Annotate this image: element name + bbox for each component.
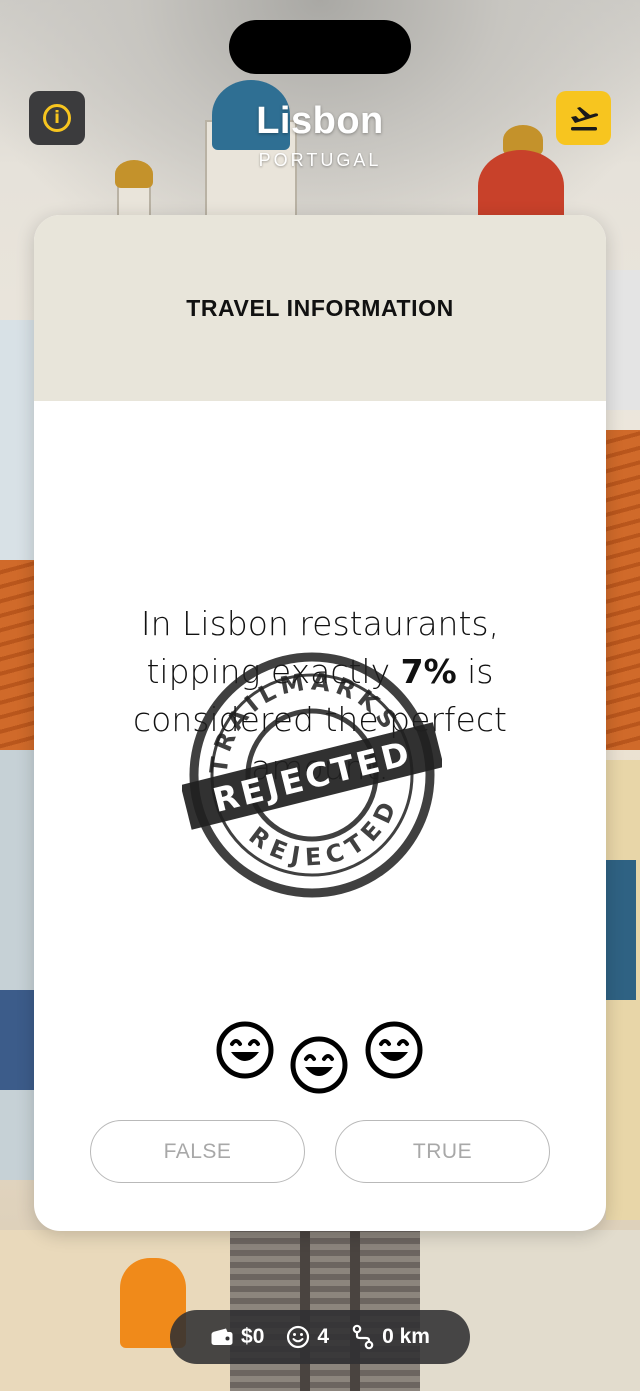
true-button[interactable]: TRUE (335, 1120, 550, 1183)
money-stat: $0 (210, 1325, 264, 1349)
travel-info-card: TRAVEL INFORMATION In Lisbon restaurants… (34, 215, 606, 1231)
route-icon (352, 1324, 374, 1350)
depart-button[interactable] (556, 91, 611, 145)
reaction-faces (34, 1020, 606, 1100)
smiley-icon (287, 1325, 310, 1349)
city-title: Lisbon (256, 100, 384, 142)
rejected-stamp: TRAILMARKS REJECTED REJECTED (182, 646, 442, 898)
grinning-face-icon (365, 1021, 423, 1079)
distance-value: 0 km (382, 1325, 430, 1348)
stats-bar: $0 4 0 km (170, 1310, 470, 1364)
country-subtitle: PORTUGAL (258, 150, 382, 170)
card-title: TRAVEL INFORMATION (186, 294, 454, 321)
happiness-value: 4 (317, 1325, 330, 1348)
grinning-face-icon (290, 1036, 348, 1094)
money-value: $0 (241, 1325, 265, 1348)
camera-notch (229, 20, 411, 74)
false-button[interactable]: FALSE (90, 1120, 305, 1183)
wallet-icon (211, 1328, 233, 1345)
grinning-face-icon (216, 1021, 274, 1079)
airplane-departure-icon (570, 107, 598, 131)
happiness-stat: 4 (286, 1325, 329, 1349)
card-header: TRAVEL INFORMATION (34, 215, 606, 401)
distance-stat: 0 km (351, 1324, 430, 1350)
